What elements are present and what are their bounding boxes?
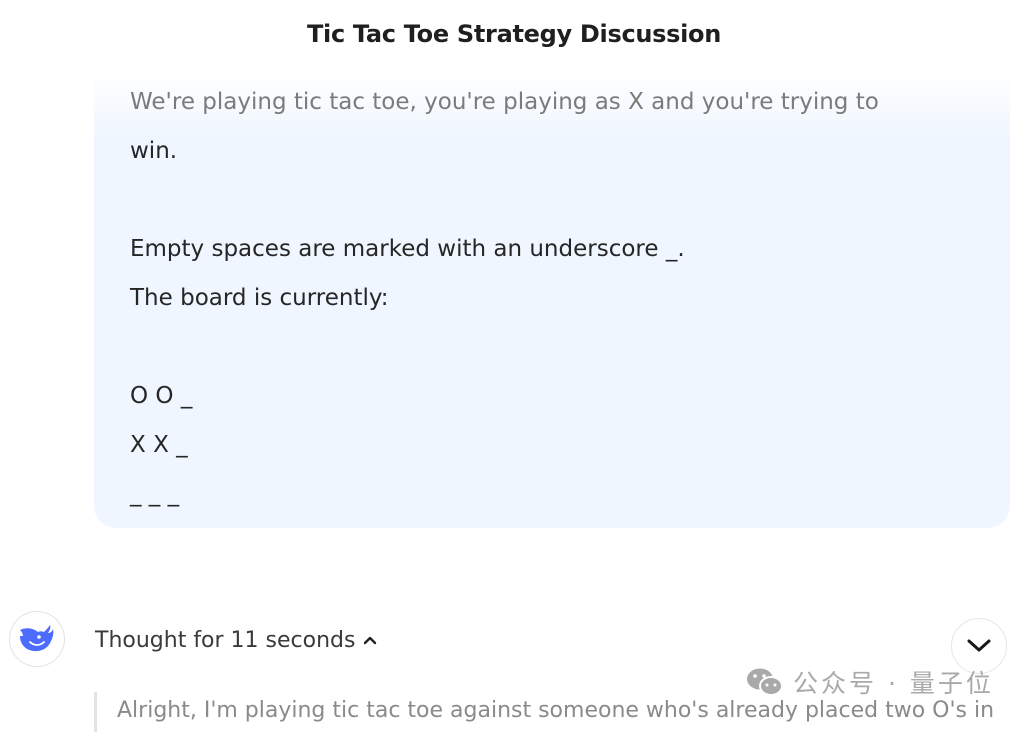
whale-logo-icon [20, 625, 54, 652]
message-line: Empty spaces are marked with an undersco… [130, 236, 685, 262]
watermark: 公众号 · 量子位 [745, 664, 994, 700]
wechat-icon [745, 667, 785, 697]
chevron-down-icon [967, 639, 991, 652]
watermark-text: 公众号 · 量子位 [793, 669, 994, 698]
board-row: X X _ [130, 432, 188, 458]
message-line [130, 323, 990, 372]
chevron-up-icon [363, 635, 377, 645]
thought-label: Thought for 11 seconds [95, 627, 356, 653]
assistant-avatar [9, 611, 65, 667]
message-line: We're playing tic tac toe, you're playin… [130, 89, 879, 115]
message-line: win. [130, 138, 178, 164]
user-message-text: We're playing tic tac toe, you're playin… [130, 78, 990, 519]
message-line [130, 176, 990, 225]
thought-toggle[interactable]: Thought for 11 seconds [95, 620, 377, 660]
board-row: _ _ _ [130, 481, 180, 507]
board-row: O O _ [130, 383, 193, 409]
message-line: The board is currently: [130, 285, 389, 311]
page-title: Tic Tac Toe Strategy Discussion [306, 20, 722, 48]
